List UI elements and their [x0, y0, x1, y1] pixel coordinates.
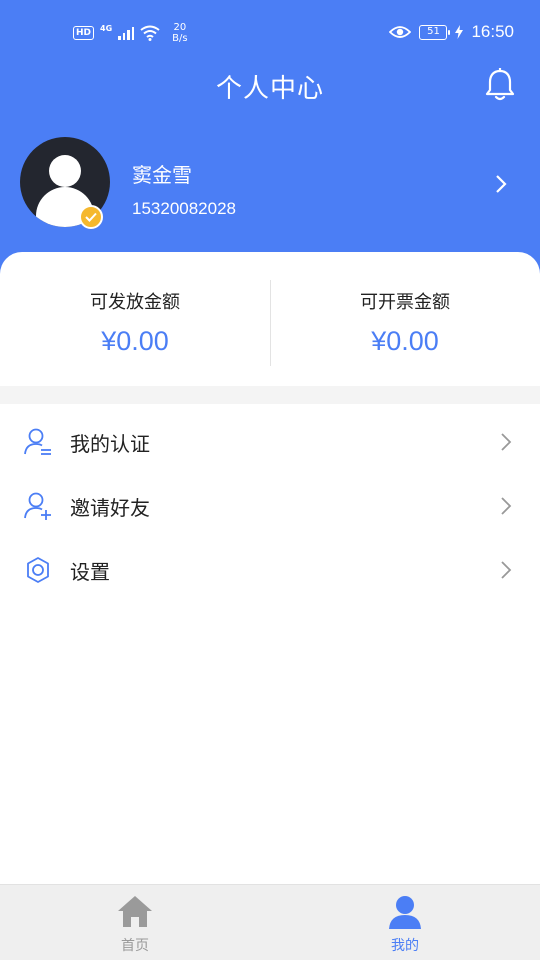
tab-label: 首页 [121, 938, 149, 954]
avatar-head [49, 155, 81, 187]
person-icon [389, 896, 421, 929]
net-speed-unit: B/s [172, 33, 188, 44]
chevron-right-icon [501, 561, 512, 579]
amount-value: ¥0.00 [101, 326, 169, 356]
tab-mine[interactable]: 我的 [270, 885, 540, 960]
battery-icon: 51 [419, 24, 451, 40]
tab-home[interactable]: 首页 [0, 885, 270, 960]
menu-item-settings[interactable]: 设置 [0, 538, 540, 602]
profile-row[interactable]: 窦金雪 15320082028 [20, 137, 520, 229]
chevron-right-icon [501, 433, 512, 451]
invoiceable-amount[interactable]: 可开票金额 ¥0.00 [270, 252, 540, 386]
user-name: 窦金雪 [132, 163, 192, 187]
eye-icon [389, 26, 412, 38]
status-right: 51 16:50 [389, 22, 514, 42]
verified-check-icon [79, 205, 103, 229]
user-verify-icon [24, 428, 51, 455]
menu-label: 我的认证 [70, 432, 150, 456]
hd-badge: HD [73, 26, 95, 40]
status-left: HD 4G 20 B/s [73, 22, 188, 44]
user-phone: 15320082028 [132, 199, 237, 218]
net-speed: 20 B/s [172, 22, 187, 44]
disbursable-amount[interactable]: 可发放金额 ¥0.00 [0, 252, 270, 386]
section-gap [0, 386, 540, 404]
chevron-right-icon [501, 497, 512, 515]
signal-icon [118, 26, 135, 40]
page-title: 个人中心 [215, 74, 324, 104]
gear-icon [27, 557, 49, 583]
home-icon [118, 896, 152, 927]
amount-label: 可发放金额 [90, 292, 180, 313]
bell-icon[interactable] [484, 68, 516, 102]
menu-item-invite[interactable]: 邀请好友 [0, 474, 540, 538]
tab-label: 我的 [391, 938, 419, 954]
amount-card: 可发放金额 ¥0.00 可开票金额 ¥0.00 [0, 252, 540, 386]
header: HD 4G 20 B/s 51 16:50 个人中心 窦金雪 153200820… [0, 0, 540, 280]
amount-label: 可开票金额 [360, 292, 450, 313]
user-add-icon [24, 492, 51, 520]
chevron-right-icon[interactable] [494, 173, 508, 195]
menu-label: 设置 [70, 560, 110, 584]
tab-bar: 首页 我的 [0, 884, 540, 960]
status-bar: HD 4G 20 B/s 51 16:50 [0, 0, 540, 64]
charging-icon [455, 25, 464, 39]
net-speed-value: 20 [173, 22, 187, 33]
menu-label: 邀请好友 [70, 496, 150, 520]
network-type: 4G [100, 23, 113, 33]
amount-value: ¥0.00 [371, 326, 439, 356]
menu-item-verification[interactable]: 我的认证 [0, 410, 540, 474]
profile-page: HD 4G 20 B/s 51 16:50 个人中心 窦金雪 153200820… [0, 0, 540, 960]
wifi-icon [140, 25, 160, 41]
clock: 16:50 [471, 22, 514, 41]
